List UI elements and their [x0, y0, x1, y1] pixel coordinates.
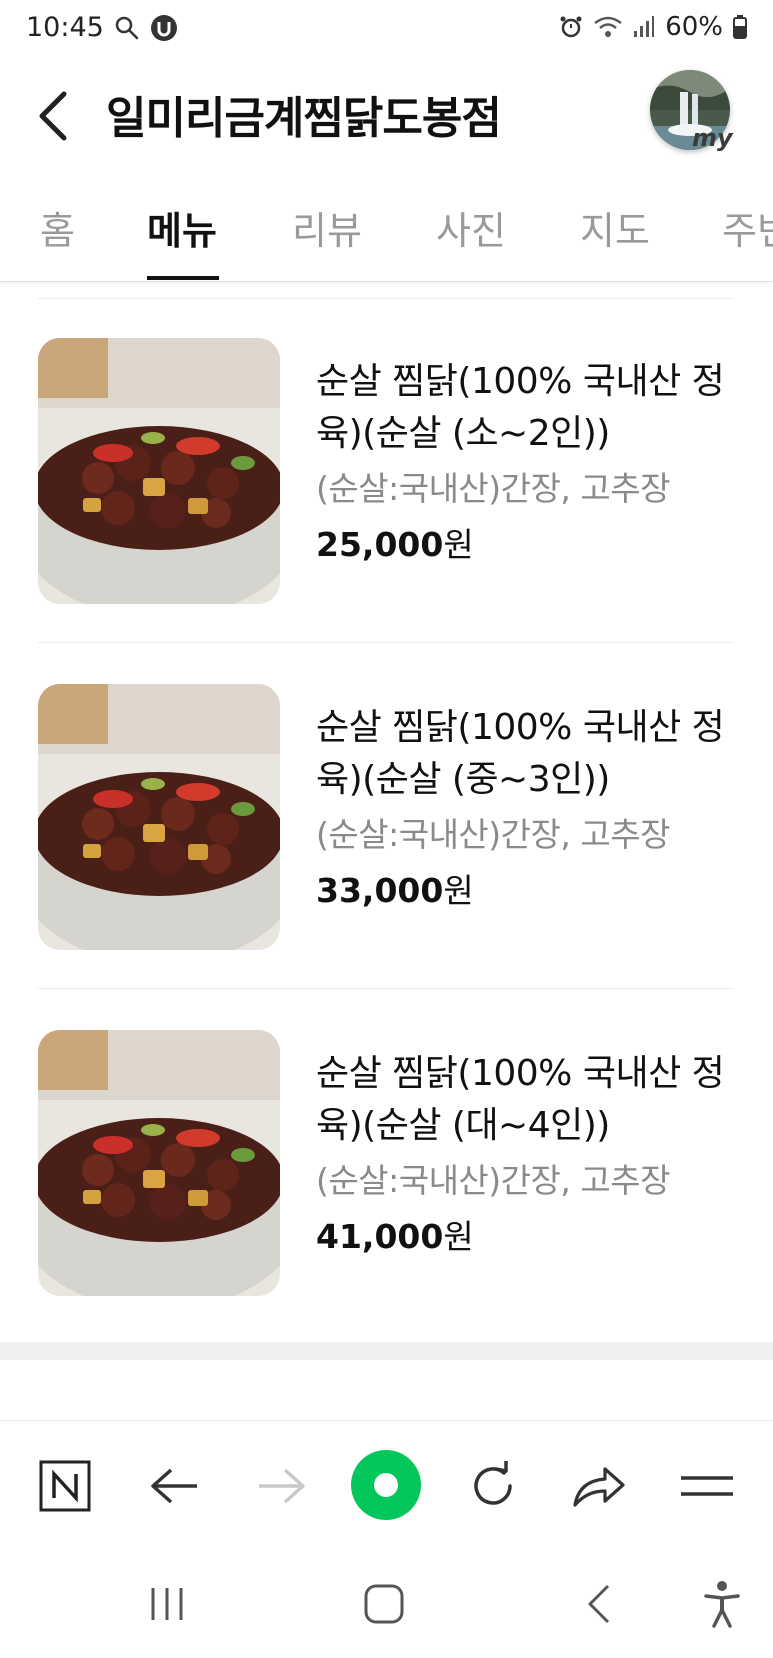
menu-item-photo: [38, 684, 280, 950]
page-title: 일미리금계찜닭도봉점: [106, 93, 502, 144]
naver-home-button[interactable]: [30, 1451, 100, 1521]
browser-forward-button[interactable]: [246, 1451, 316, 1521]
header: 일미리금계찜닭도봉점 my: [0, 62, 773, 182]
active-tab-indicator: [147, 276, 219, 280]
menu-item-description: (순살:국내산)간장, 고추장: [316, 469, 670, 508]
signal-icon: [633, 15, 655, 39]
browser-toolbar: [0, 1420, 773, 1550]
jjimdak-dish-image: [38, 338, 280, 604]
menu-item-name: 순살 찜닭(100% 국내산 정육)(순살 (소~2인)): [316, 361, 725, 454]
jjimdak-dish-image: [38, 1030, 280, 1296]
status-right: 60%: [559, 12, 747, 42]
back-arrow-icon: [151, 1468, 197, 1504]
divider: [38, 988, 734, 989]
home-icon: [364, 1584, 404, 1624]
tab-map[interactable]: 지도: [580, 200, 650, 255]
menu-item-photo: [38, 338, 280, 604]
tab-nearby[interactable]: 주변: [722, 200, 773, 255]
tab-menu[interactable]: 메뉴: [147, 200, 217, 255]
u-badge-icon: [150, 14, 178, 42]
menu-item-price: 41,000원: [316, 1210, 474, 1258]
menu-item-name: 순살 찜닭(100% 국내산 정육)(순살 (대~4인)): [316, 1053, 725, 1146]
home-button[interactable]: [352, 1572, 416, 1636]
share-button[interactable]: [564, 1451, 634, 1521]
price-unit: 원: [443, 871, 474, 910]
share-icon: [573, 1467, 625, 1507]
search-icon: [114, 15, 140, 41]
jjimdak-dish-image: [38, 684, 280, 950]
divider: [38, 642, 734, 643]
menu-item[interactable]: 순살 찜닭(100% 국내산 정육)(순살 (중~3인)) (순살:국내산)간장…: [0, 644, 773, 950]
section-separator: [0, 1342, 773, 1360]
recent-apps-icon: [151, 1588, 183, 1620]
menu-button[interactable]: [672, 1451, 742, 1521]
avatar-badge: my: [692, 124, 733, 152]
wifi-icon: [593, 15, 623, 39]
status-time: 10:45: [26, 12, 104, 43]
menu-item-description: (순살:국내산)간장, 고추장: [316, 1161, 670, 1200]
battery-percent: 60%: [665, 12, 723, 42]
alarm-icon: [559, 15, 583, 39]
menu-item[interactable]: 순살 찜닭(100% 국내산 정육)(순살 (대~4인)) (순살:국내산)간장…: [0, 990, 773, 1296]
tab-reviews[interactable]: 리뷰: [292, 200, 362, 255]
tab-home[interactable]: 홈: [40, 200, 75, 255]
forward-arrow-icon: [259, 1468, 305, 1504]
battery-icon: [733, 15, 747, 39]
green-dot-icon: [351, 1450, 421, 1520]
reload-button[interactable]: [458, 1451, 528, 1521]
menu-item-price: 33,000원: [316, 864, 474, 912]
accessibility-icon: [704, 1581, 740, 1628]
browser-back-button[interactable]: [140, 1451, 210, 1521]
chevron-left-icon: [39, 91, 67, 141]
recent-apps-button[interactable]: [135, 1572, 199, 1636]
price-value: 33,000: [316, 871, 444, 910]
menu-item-name: 순살 찜닭(100% 국내산 정육)(순살 (중~3인)): [316, 707, 725, 800]
menu-item-description: (순살:국내산)간장, 고추장: [316, 815, 670, 854]
price-value: 41,000: [316, 1217, 444, 1256]
menu-item-price: 25,000원: [316, 518, 474, 566]
system-nav-bar: [0, 1550, 773, 1658]
menu-item-photo: [38, 1030, 280, 1296]
status-bar: 10:45 60%: [0, 0, 773, 60]
back-icon: [588, 1584, 610, 1624]
status-left: 10:45: [26, 12, 178, 43]
tab-photos[interactable]: 사진: [436, 200, 506, 255]
reload-icon: [474, 1461, 512, 1505]
menu-item[interactable]: 순살 찜닭(100% 국내산 정육)(순살 (소~2인)) (순살:국내산)간장…: [0, 298, 773, 604]
price-unit: 원: [443, 525, 474, 564]
menu-icon: [681, 1476, 733, 1496]
green-dot-button[interactable]: [350, 1449, 422, 1521]
naver-home-icon: [39, 1460, 91, 1512]
accessibility-button[interactable]: [690, 1572, 754, 1636]
system-back-button[interactable]: [568, 1572, 632, 1636]
tab-bar: 홈 메뉴 리뷰 사진 지도 주변: [0, 186, 773, 282]
price-value: 25,000: [316, 525, 444, 564]
price-unit: 원: [443, 1217, 474, 1256]
back-button[interactable]: [32, 84, 82, 148]
